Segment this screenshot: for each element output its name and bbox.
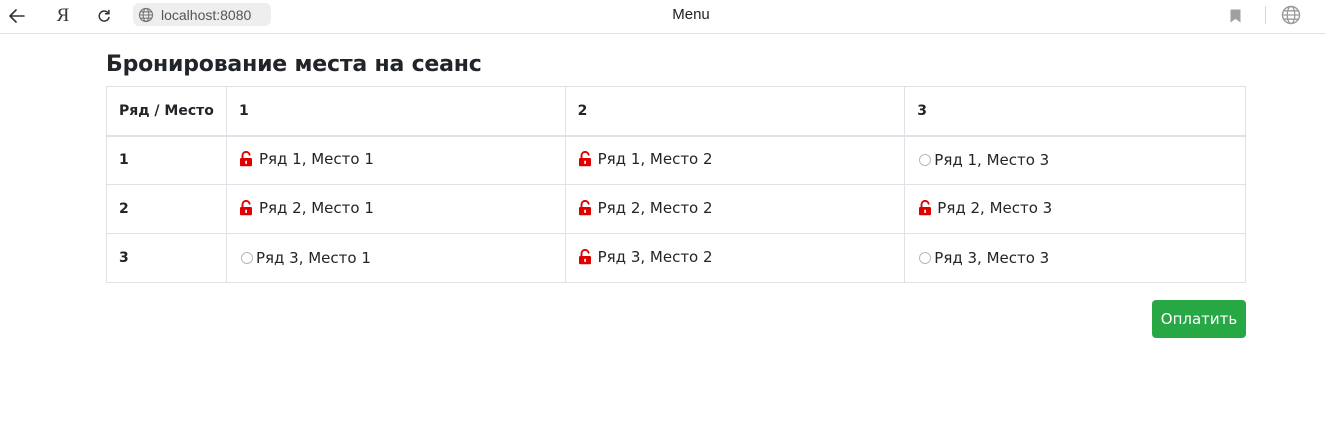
seat-cell[interactable]: Ряд 3, Место 1 xyxy=(225,233,566,283)
seat-option[interactable]: Ряд 3, Место 1 xyxy=(239,249,371,267)
corner-header: Ряд / Место xyxy=(106,86,227,137)
seat-option[interactable]: Ряд 1, Место 2 xyxy=(578,150,713,168)
seat-option[interactable]: Ряд 2, Место 1 xyxy=(239,199,374,217)
seat-label: Ряд 3, Место 1 xyxy=(255,248,371,267)
unlock-icon xyxy=(239,199,255,216)
row-header: 3 xyxy=(106,233,227,283)
table-header-row: Ряд / Место 1 2 3 xyxy=(106,86,1246,137)
table-row: 3 Ряд 3, Место 1 Ряд 3, Место 2 Ряд 3, Мест… xyxy=(106,233,1246,283)
browser-toolbar: Я localhost:8080 Menu xyxy=(0,0,1326,34)
toolbar-divider xyxy=(1265,6,1266,24)
seat-label: Ряд 2, Место 3 xyxy=(937,198,1053,217)
seat-label: Ряд 3, Место 2 xyxy=(597,247,713,266)
column-header: 1 xyxy=(225,86,566,137)
unlock-icon xyxy=(917,199,933,216)
seat-option[interactable]: Ряд 3, Место 3 xyxy=(917,249,1049,267)
tab-title: Menu xyxy=(672,6,710,23)
seat-option[interactable]: Ряд 1, Место 1 xyxy=(239,150,374,168)
seat-cell[interactable]: Ряд 3, Место 2 xyxy=(564,233,906,283)
radio-icon[interactable] xyxy=(919,251,932,264)
radio-icon[interactable] xyxy=(919,153,932,166)
seat-cell[interactable]: Ряд 1, Место 2 xyxy=(564,135,906,185)
page-title: Бронирование места на сеанс xyxy=(106,52,482,77)
seat-booking-table: Ряд / Место 1 2 3 1 Ряд 1, Место 1 Ряд 1, … xyxy=(106,86,1246,283)
seat-option[interactable]: Ряд 1, Место 3 xyxy=(917,151,1049,169)
seat-label: Ряд 3, Место 3 xyxy=(934,248,1050,267)
table-row: 2 Ряд 2, Место 1 Ряд 2, Место 2 Ряд 2, Мест… xyxy=(106,184,1246,234)
seat-cell[interactable]: Ряд 2, Место 2 xyxy=(564,184,906,234)
row-header: 1 xyxy=(106,135,227,185)
seat-cell[interactable]: Ряд 2, Место 1 xyxy=(225,184,566,234)
seat-label: Ряд 2, Место 1 xyxy=(258,198,374,217)
seat-label: Ряд 1, Место 1 xyxy=(258,149,374,168)
seat-cell[interactable]: Ряд 2, Место 3 xyxy=(904,184,1246,234)
unlock-icon xyxy=(239,150,255,167)
pay-button[interactable]: Оплатить xyxy=(1152,300,1246,338)
column-header: 3 xyxy=(904,86,1246,137)
seat-label: Ряд 1, Место 3 xyxy=(934,150,1050,169)
row-header: 2 xyxy=(106,184,227,234)
radio-icon[interactable] xyxy=(240,251,253,264)
translate-globe-icon[interactable] xyxy=(1280,4,1302,26)
bookmark-icon[interactable] xyxy=(1226,6,1244,26)
seat-option[interactable]: Ряд 2, Место 2 xyxy=(578,199,713,217)
seat-cell[interactable]: Ряд 1, Место 3 xyxy=(904,135,1246,185)
unlock-icon xyxy=(578,199,594,216)
seat-cell[interactable]: Ряд 3, Место 3 xyxy=(904,233,1246,283)
seat-label: Ряд 1, Место 2 xyxy=(597,149,713,168)
seat-cell[interactable]: Ряд 1, Место 1 xyxy=(225,135,566,185)
column-header: 2 xyxy=(564,86,906,137)
seat-label: Ряд 2, Место 2 xyxy=(597,198,713,217)
seat-option[interactable]: Ряд 2, Место 3 xyxy=(917,199,1052,217)
seat-option[interactable]: Ряд 3, Место 2 xyxy=(578,248,713,266)
table-row: 1 Ряд 1, Место 1 Ряд 1, Место 2 Ряд 1, Мест… xyxy=(106,135,1246,185)
unlock-icon xyxy=(578,248,594,265)
unlock-icon xyxy=(578,150,594,167)
